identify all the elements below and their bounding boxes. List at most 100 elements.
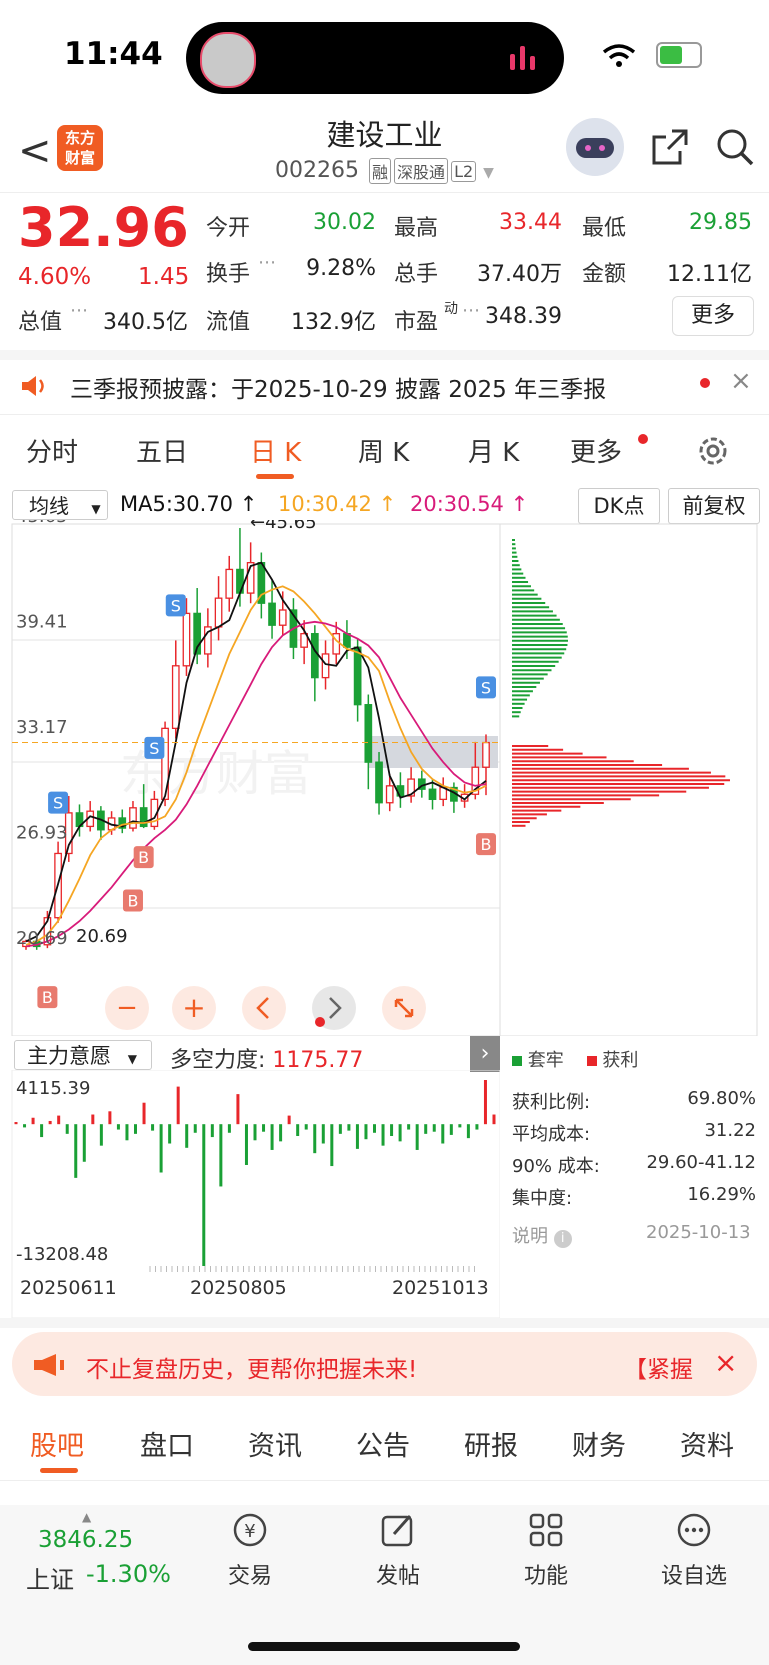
turnover-label: 换手 xyxy=(206,262,251,287)
chip-explain-link[interactable]: 说明 i xyxy=(512,1222,572,1248)
candle-body xyxy=(214,597,223,628)
market-cap-info-icon[interactable]: ⋯ xyxy=(70,300,88,321)
pe-info-icon[interactable]: ⋯ xyxy=(462,300,480,321)
indicator-bar xyxy=(458,1124,462,1128)
header-divider xyxy=(0,192,769,193)
y-tick-label: 39.41 xyxy=(16,612,68,633)
search-icon[interactable] xyxy=(715,127,755,167)
sell-signal[interactable]: S xyxy=(144,736,165,759)
sell-signal[interactable]: S xyxy=(476,676,496,699)
more-quote-button[interactable]: 更多 xyxy=(672,296,754,336)
grid-apps-icon xyxy=(529,1513,563,1547)
index-name[interactable]: 上证 xyxy=(26,1560,74,1595)
amount-label: 金额 xyxy=(582,262,627,287)
banner-cta[interactable]: 【紧握 xyxy=(624,1350,693,1384)
index-value[interactable]: 3846.25 xyxy=(38,1527,133,1553)
indicator-bar xyxy=(492,1114,496,1125)
battery-icon xyxy=(656,42,702,68)
tab-order-book[interactable]: 盘口 xyxy=(140,1424,194,1463)
candle-body xyxy=(171,665,180,729)
indicator-bar xyxy=(296,1124,300,1136)
indicator-bar xyxy=(176,1086,180,1125)
fullscreen-icon[interactable] xyxy=(382,986,426,1030)
settings-gear-icon[interactable] xyxy=(696,434,730,468)
assistant-robot-icon[interactable] xyxy=(566,118,624,176)
chip-legend: 套牢 获利 xyxy=(512,1046,638,1072)
signal-label: B xyxy=(127,891,138,910)
dropdown-caret-icon[interactable]: ▼ xyxy=(483,165,494,181)
section-divider xyxy=(0,1318,769,1328)
home-indicator xyxy=(248,1642,520,1651)
indicator-bar xyxy=(390,1124,394,1136)
sell-signal[interactable]: S xyxy=(165,594,186,617)
section-divider xyxy=(0,350,769,360)
pe-superscript: 动 xyxy=(444,301,458,317)
chevron-right-icon[interactable] xyxy=(312,986,356,1030)
tab-news[interactable]: 资讯 xyxy=(248,1424,302,1463)
tab-profile[interactable]: 资料 xyxy=(680,1424,734,1463)
tab-finance[interactable]: 财务 xyxy=(572,1424,626,1463)
turnover-info-icon[interactable]: ⋯ xyxy=(258,252,276,273)
notice-divider xyxy=(0,414,769,415)
dynamic-island xyxy=(186,22,564,94)
candle-body xyxy=(129,807,137,829)
change-percent: 4.60% xyxy=(18,264,92,290)
nav-add-watchlist[interactable]: 设自选 xyxy=(644,1510,744,1590)
tab-forum[interactable]: 股吧 xyxy=(30,1424,84,1463)
notice-close-button[interactable]: × xyxy=(730,366,752,396)
promo-banner[interactable]: 不止复盘历史，更帮你把握未来! 【紧握 × xyxy=(12,1332,757,1396)
notice-text[interactable]: 三季报预披露：于2025-10-29 披露 2025 年三季报 xyxy=(70,370,606,404)
zoom-out-button[interactable]: − xyxy=(105,986,149,1030)
chart-controls: − + xyxy=(105,986,426,1030)
tab-daily-k[interactable]: 日 K xyxy=(250,432,301,469)
nav-functions[interactable]: 功能 xyxy=(496,1510,596,1590)
index-change[interactable]: -1.30% xyxy=(86,1560,171,1588)
sub-indicator-select[interactable]: 主力意愿 ▼ xyxy=(14,1040,152,1070)
candle-body xyxy=(225,568,234,599)
stock-code: 002265 xyxy=(275,158,360,183)
low-value: 29.85 xyxy=(689,210,752,235)
indicator-bar xyxy=(432,1124,436,1132)
nav-trade[interactable]: ¥ 交易 xyxy=(200,1510,300,1590)
active-tab-indicator xyxy=(256,474,294,479)
candle-body xyxy=(310,633,319,679)
dk-point-button[interactable]: DK点 xyxy=(578,488,660,524)
indicator-bar xyxy=(227,1124,231,1133)
tab-intraday[interactable]: 分时 xyxy=(26,432,78,469)
adjust-button[interactable]: 前复权 xyxy=(668,488,760,524)
indicator-bar xyxy=(65,1124,69,1134)
kline-chart[interactable]: 东方财富 45.6539.4133.1726.9320.69←45.6520.6… xyxy=(0,520,769,1036)
buy-signal[interactable]: B xyxy=(122,889,143,912)
chevron-left-icon[interactable] xyxy=(242,986,286,1030)
banner-close-button[interactable]: × xyxy=(714,1346,737,1379)
notice-unread-dot xyxy=(700,378,710,388)
trade-yen-icon: ¥ xyxy=(233,1513,267,1547)
volume-label: 总手 xyxy=(394,262,439,287)
indicator-bar xyxy=(57,1115,61,1125)
y-tick-label: 20.69 xyxy=(16,928,68,949)
nav-post[interactable]: 发帖 xyxy=(348,1510,448,1590)
share-icon[interactable] xyxy=(650,127,690,167)
tab-five-day[interactable]: 五日 xyxy=(136,432,188,469)
float-cap-value: 132.9亿 xyxy=(291,310,376,335)
tab-announcements[interactable]: 公告 xyxy=(356,1424,410,1463)
tab-weekly-k[interactable]: 周 K xyxy=(358,432,409,469)
indicator-bar xyxy=(330,1124,334,1167)
nav-trade-label: 交易 xyxy=(227,1564,272,1589)
audio-bars-icon xyxy=(510,46,535,70)
signal-label: S xyxy=(149,739,159,758)
buy-signal[interactable]: B xyxy=(133,846,154,869)
sub-indicator-axis: 4115.39 -13208.48 20250611 20250805 20251013 xyxy=(16,1078,489,1299)
sell-signal[interactable]: S xyxy=(48,791,69,814)
index-up-caret-icon[interactable]: ▲ xyxy=(82,1510,91,1524)
buy-signal[interactable]: B xyxy=(476,833,496,856)
tab-monthly-k[interactable]: 月 K xyxy=(468,432,519,469)
indicator-select[interactable]: 均线 ▼ xyxy=(12,490,108,520)
buy-signal[interactable]: B xyxy=(37,986,58,1009)
chevron-right-icon[interactable]: › xyxy=(470,1036,500,1072)
candle-body xyxy=(268,602,276,626)
tab-more[interactable]: 更多 xyxy=(570,432,622,469)
tab-research[interactable]: 研报 xyxy=(464,1424,518,1463)
zoom-in-button[interactable]: + xyxy=(172,986,216,1030)
market-cap-value: 340.5亿 xyxy=(103,310,188,335)
